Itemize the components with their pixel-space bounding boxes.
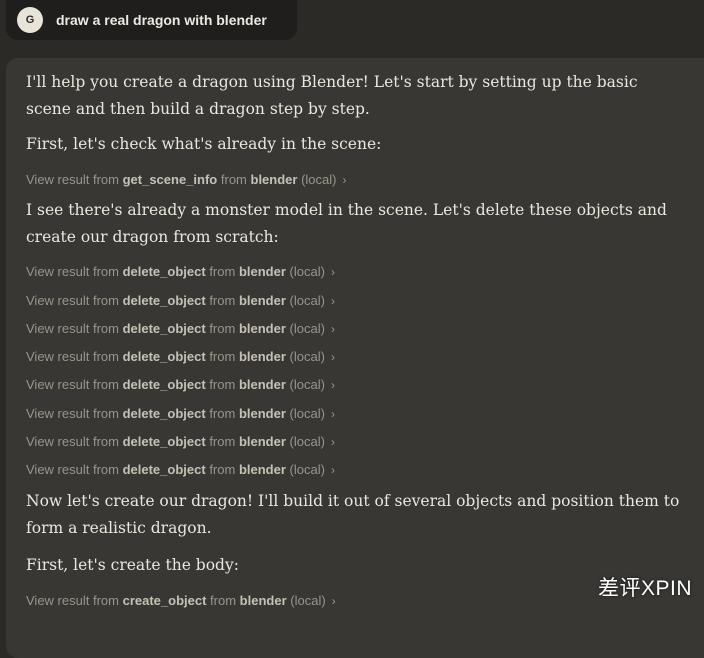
chevron-right-icon: › [330, 435, 335, 449]
user-message: G draw a real dragon with blender [6, 0, 297, 40]
response-paragraph: First, let's create the body: [26, 556, 239, 574]
tool-result-link[interactable]: View result from delete_object from blen… [26, 404, 335, 424]
tool-result-link[interactable]: View result from delete_object from blen… [26, 262, 335, 282]
tool-result-link[interactable]: View result from delete_object from blen… [26, 460, 335, 480]
watermark: 差评XPIN [597, 577, 692, 600]
response-paragraph: Now let's create our dragon! I'll build … [26, 492, 680, 537]
response-paragraph: First, let's check what's already in the… [26, 135, 382, 153]
chevron-right-icon: › [330, 407, 335, 421]
chevron-right-icon: › [330, 463, 335, 477]
tool-result-link[interactable]: View result from get_scene_info from ble… [26, 170, 347, 190]
tool-result-link[interactable]: View result from delete_object from blen… [26, 291, 335, 311]
chevron-right-icon: › [342, 173, 347, 187]
tool-result-link[interactable]: View result from delete_object from blen… [26, 347, 335, 367]
chevron-right-icon: › [331, 594, 336, 608]
user-message-text: draw a real dragon with blender [56, 12, 267, 28]
tool-result-link[interactable]: View result from delete_object from blen… [26, 375, 335, 395]
tool-result-link[interactable]: View result from delete_object from blen… [26, 432, 335, 452]
user-avatar: G [17, 7, 43, 33]
chevron-right-icon: › [330, 322, 335, 336]
tool-result-link[interactable]: View result from create_object from blen… [26, 591, 336, 611]
response-paragraph: I see there's already a monster model in… [26, 201, 667, 246]
tool-result-link[interactable]: View result from delete_object from blen… [26, 319, 335, 339]
chevron-right-icon: › [330, 378, 335, 392]
response-paragraph: I'll help you create a dragon using Blen… [26, 73, 638, 118]
chevron-right-icon: › [330, 294, 335, 308]
chevron-right-icon: › [330, 265, 335, 279]
assistant-response: I'll help you create a dragon using Blen… [6, 58, 704, 658]
chevron-right-icon: › [330, 350, 335, 364]
